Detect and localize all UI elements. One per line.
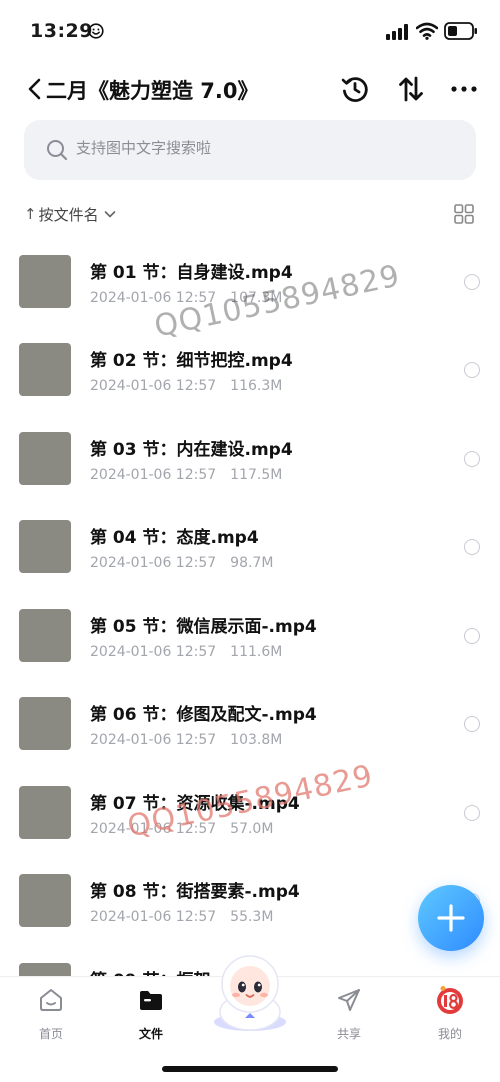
file-name: 第 01 节：自身建设.mp4 <box>90 263 293 283</box>
smile-icon <box>88 23 104 39</box>
file-date: 2024-01-06 12:57 <box>90 732 217 748</box>
file-list: 第 01 节：自身建设.mp4 2024-01-06 12:57 107.3M 第… <box>0 240 500 976</box>
select-radio[interactable] <box>464 805 480 821</box>
file-meta: 2024-01-06 12:57 57.0M <box>90 821 273 837</box>
video-thumbnail <box>19 963 71 976</box>
search-bar[interactable] <box>24 120 476 180</box>
tab-label: 首页 <box>38 1027 63 1041</box>
file-name: 第 03 节：内在建设.mp4 <box>90 440 293 460</box>
file-date: 2024-01-06 12:57 <box>90 378 217 394</box>
video-thumbnail <box>19 343 71 396</box>
add-button[interactable] <box>418 885 484 951</box>
file-name: 第 04 节：态度.mp4 <box>90 528 259 548</box>
file-date: 2024-01-06 12:57 <box>90 821 217 837</box>
sort-label: 按文件名 <box>38 205 99 224</box>
back-arrow-icon[interactable] <box>26 76 44 102</box>
file-row[interactable]: 第 01 节：自身建设.mp4 2024-01-06 12:57 107.3M <box>0 240 500 328</box>
file-date: 2024-01-06 12:57 <box>90 644 217 660</box>
chevron-down-icon <box>104 211 115 218</box>
sort-by-name-dropdown[interactable]: ↑ 按文件名 <box>24 200 117 228</box>
file-name: 第 09 节：框架 <box>90 966 211 976</box>
file-size: 55.3M <box>230 909 274 925</box>
file-meta: 2024-01-06 12:57 117.5M <box>90 467 282 483</box>
file-size: 117.5M <box>230 467 283 483</box>
file-size: 116.3M <box>230 378 283 394</box>
history-icon[interactable] <box>340 74 370 104</box>
video-thumbnail <box>19 520 71 573</box>
wifi-icon <box>416 22 438 40</box>
tab-share[interactable]: 共享 <box>314 985 384 1045</box>
grid-view-icon[interactable] <box>454 204 474 224</box>
mascot-assistant-icon[interactable] <box>203 950 297 1032</box>
sort-direction-arrow: ↑ <box>24 205 37 223</box>
page-title: 二月《魅力塑造 7.0》 <box>46 79 259 103</box>
video-thumbnail <box>19 609 71 662</box>
battery-icon <box>444 22 477 40</box>
file-name: 第 08 节：街搭要素-.mp4 <box>90 882 300 902</box>
video-thumbnail <box>19 697 71 750</box>
signal-icon <box>386 24 408 40</box>
folder-icon <box>140 991 162 1010</box>
select-radio[interactable] <box>464 716 480 732</box>
file-date: 2024-01-06 12:57 <box>90 909 217 925</box>
file-meta: 2024-01-06 12:57 103.8M <box>90 732 282 748</box>
video-thumbnail <box>19 432 71 485</box>
status-time: 13:29 <box>30 20 93 42</box>
more-icon[interactable] <box>449 74 479 104</box>
sort-order-icon[interactable] <box>396 74 426 104</box>
file-meta: 2024-01-06 12:57 55.3M <box>90 909 273 925</box>
file-row[interactable]: 第 07 节：资源收集-.mp4 2024-01-06 12:57 57.0M <box>0 771 500 859</box>
tab-label: 我的 <box>437 1027 462 1041</box>
file-size: 111.6M <box>230 644 283 660</box>
file-size: 103.8M <box>230 732 283 748</box>
select-radio[interactable] <box>464 539 480 555</box>
send-icon <box>338 989 360 1011</box>
select-radio[interactable] <box>464 362 480 378</box>
file-date: 2024-01-06 12:57 <box>90 555 217 571</box>
home-indicator <box>162 1066 338 1072</box>
file-name: 第 06 节：修图及配文-.mp4 <box>90 705 317 725</box>
tab-me[interactable]: 我的 <box>415 985 485 1045</box>
file-row[interactable]: 第 04 节：态度.mp4 2024-01-06 12:57 98.7M <box>0 505 500 593</box>
video-thumbnail <box>19 874 71 927</box>
file-size: 98.7M <box>230 555 274 571</box>
file-meta: 2024-01-06 12:57 107.3M <box>90 290 282 306</box>
file-size: 107.3M <box>230 290 283 306</box>
file-row[interactable]: 第 02 节：细节把控.mp4 2024-01-06 12:57 116.3M <box>0 328 500 416</box>
status-bar: 13:29 <box>0 0 500 64</box>
file-name: 第 02 节：细节把控.mp4 <box>90 351 293 371</box>
file-date: 2024-01-06 12:57 <box>90 290 217 306</box>
file-row[interactable]: 第 06 节：修图及配文-.mp4 2024-01-06 12:57 103.8M <box>0 682 500 770</box>
plus-icon <box>437 904 465 932</box>
video-thumbnail <box>19 255 71 308</box>
search-input[interactable] <box>76 139 456 157</box>
file-meta: 2024-01-06 12:57 111.6M <box>90 644 282 660</box>
home-icon <box>40 989 62 1011</box>
video-thumbnail <box>19 786 71 839</box>
file-row[interactable]: 第 03 节：内在建设.mp4 2024-01-06 12:57 117.5M <box>0 417 500 505</box>
search-icon <box>47 140 68 161</box>
navigation-bar: 二月《魅力塑造 7.0》 <box>0 64 500 114</box>
tab-label: 文件 <box>138 1027 163 1041</box>
select-radio[interactable] <box>464 628 480 644</box>
file-meta: 2024-01-06 12:57 98.7M <box>90 555 273 571</box>
file-name: 第 05 节：微信展示面-.mp4 <box>90 617 317 637</box>
file-size: 57.0M <box>230 821 274 837</box>
file-date: 2024-01-06 12:57 <box>90 467 217 483</box>
file-row[interactable]: 第 05 节：微信展示面-.mp4 2024-01-06 12:57 111.6M <box>0 594 500 682</box>
file-name: 第 07 节：资源收集-.mp4 <box>90 794 300 814</box>
select-radio[interactable] <box>464 451 480 467</box>
select-radio[interactable] <box>464 274 480 290</box>
tab-files[interactable]: 文件 <box>116 985 186 1045</box>
avatar-icon <box>437 986 463 1014</box>
tab-home[interactable]: 首页 <box>16 985 86 1045</box>
file-meta: 2024-01-06 12:57 116.3M <box>90 378 282 394</box>
tab-label: 共享 <box>336 1027 361 1041</box>
